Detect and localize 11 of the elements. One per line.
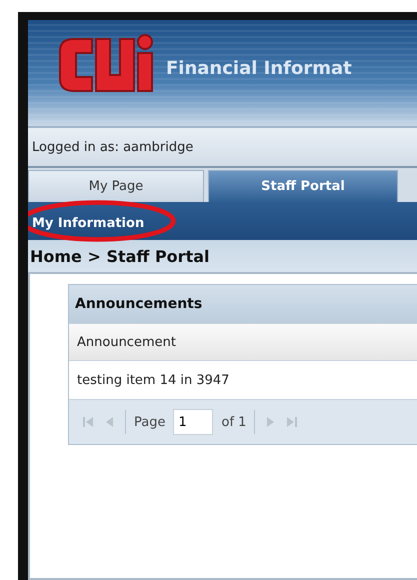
tab[interactable]: My Page <box>28 170 204 202</box>
tab[interactable]: Staff Portal <box>208 170 398 202</box>
page-label: Page <box>134 414 166 430</box>
logged-in-text: Logged in as: aambridge <box>32 140 194 154</box>
panel-title: Announcements <box>75 296 202 312</box>
column-header: Announcement <box>69 323 417 361</box>
app-title: Financial Informat <box>166 58 352 78</box>
page-input-field[interactable]: 1 <box>173 409 214 435</box>
page-count: of 1 <box>221 414 246 430</box>
breadcrumb: Home > Staff Portal <box>30 246 210 266</box>
table-cell: testing item 14 in 3947 <box>69 361 417 400</box>
